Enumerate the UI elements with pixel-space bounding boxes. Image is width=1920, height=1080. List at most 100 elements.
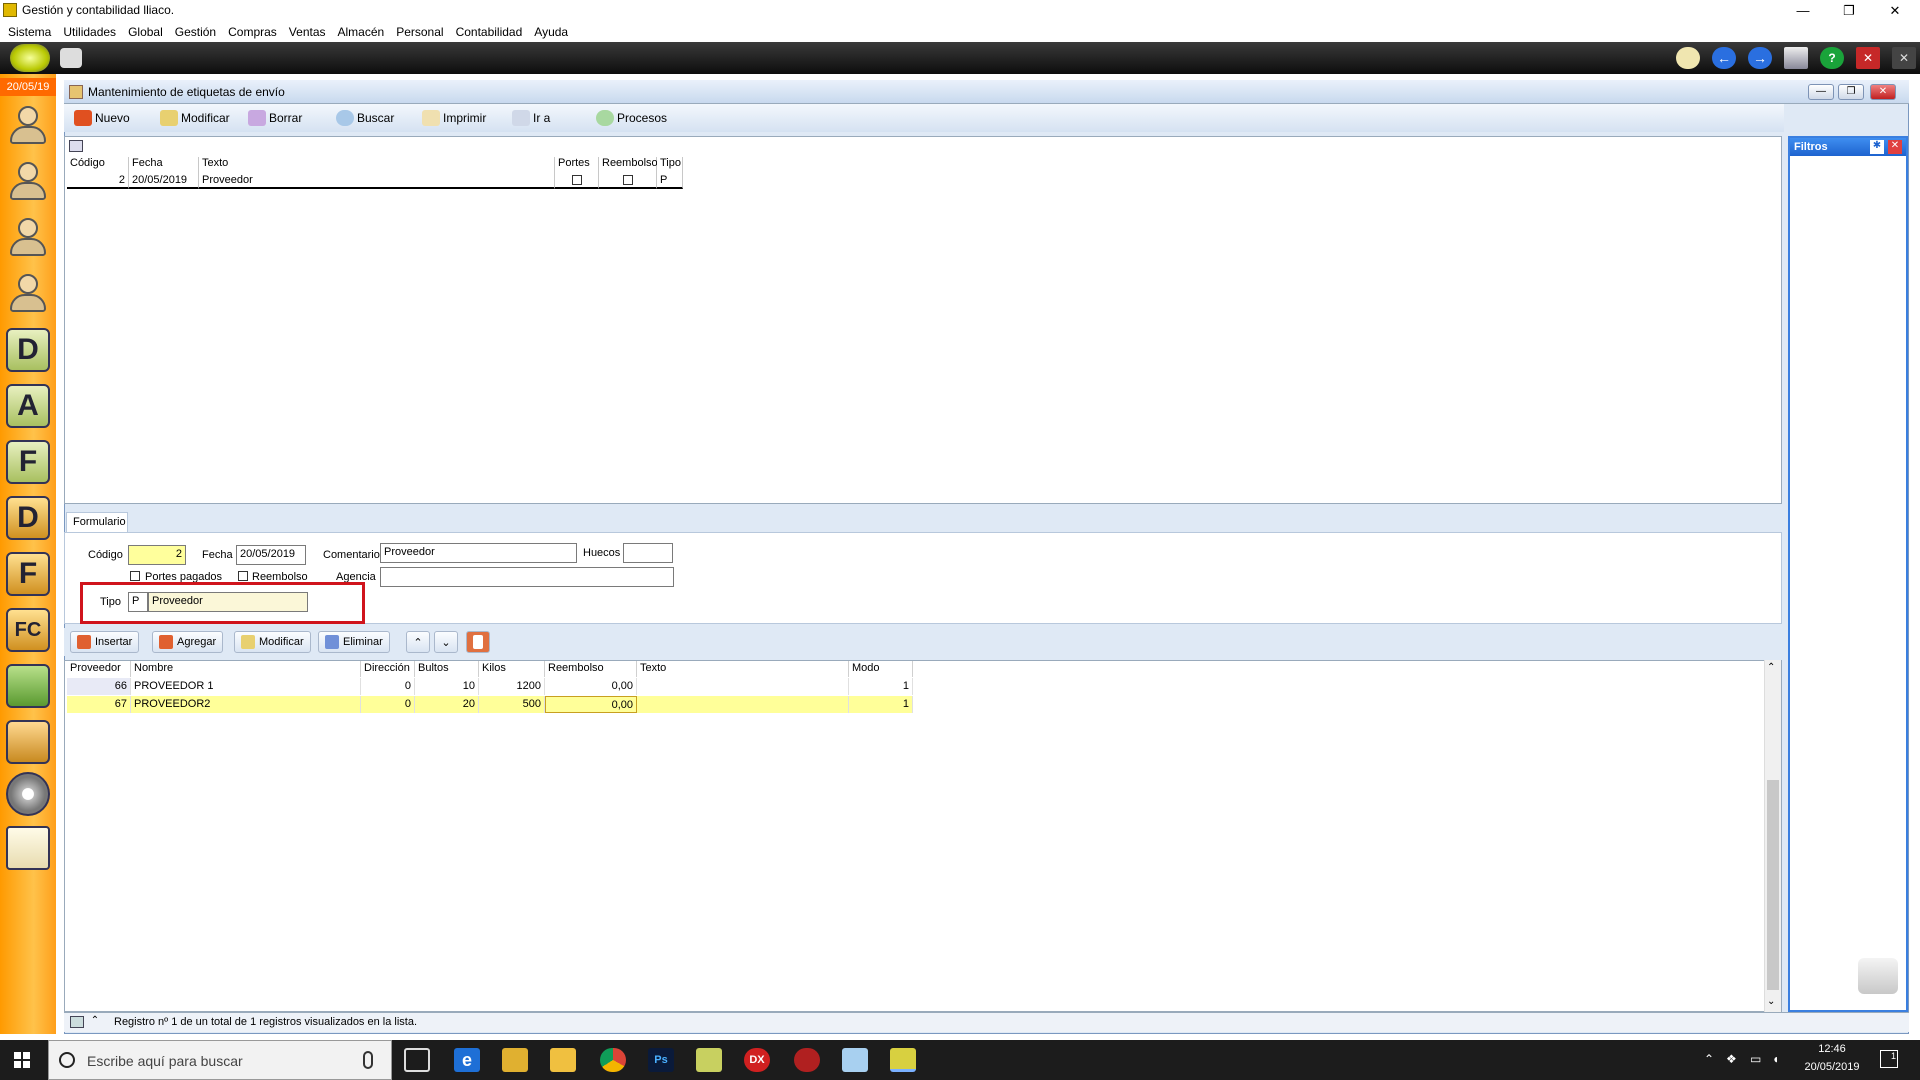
sidebar-letter-f-icon[interactable]: F [6, 440, 50, 484]
app-pinned-icon[interactable] [696, 1048, 722, 1072]
col-kilos[interactable]: Kilos [479, 661, 545, 677]
clock-date[interactable]: 20/05/2019 [1798, 1061, 1866, 1073]
buscar-button[interactable]: Buscar [332, 107, 398, 129]
huecos-input[interactable] [623, 543, 673, 563]
col-nombre[interactable]: Nombre [131, 661, 361, 677]
menu-ayuda[interactable]: Ayuda [532, 22, 574, 42]
reembolso-checkbox-form[interactable] [238, 571, 248, 581]
imprimir-button[interactable]: Imprimir [418, 107, 490, 129]
agregar-button[interactable]: Agregar [152, 631, 224, 653]
supplier-icon[interactable] [6, 216, 50, 260]
reembolso-checkbox[interactable] [622, 175, 633, 186]
col-texto2[interactable]: Texto [637, 661, 849, 677]
menu-utilidades[interactable]: Utilidades [61, 22, 122, 42]
col-reembolso[interactable]: Reembolso [599, 157, 658, 173]
cell-portes[interactable] [555, 173, 599, 189]
client-icon[interactable] [6, 160, 50, 204]
menu-contabilidad[interactable]: Contabilidad [454, 22, 529, 42]
file-explorer-icon[interactable] [550, 1048, 576, 1072]
move-up-button[interactable]: ⌃ [406, 631, 430, 653]
subwindow-minimize-icon[interactable]: — [1808, 84, 1834, 100]
table-row-cell[interactable]: 0 [361, 678, 415, 695]
col-fecha[interactable]: Fecha [129, 157, 199, 173]
modificar-line-button[interactable]: Modificar [234, 631, 311, 653]
col-texto[interactable]: Texto [199, 157, 555, 173]
browser-icon[interactable] [794, 1048, 820, 1072]
menu-almacen[interactable]: Almacén [336, 22, 391, 42]
col-modo[interactable]: Modo [849, 661, 913, 677]
calendar-icon[interactable] [60, 48, 82, 68]
clock-time[interactable]: 12:46 [1804, 1043, 1860, 1055]
filtros-pin-icon[interactable]: ✱ [1870, 140, 1884, 154]
table-row-cell[interactable]: 1 [849, 678, 913, 695]
restore-icon[interactable]: ❐ [1826, 0, 1872, 22]
table-row-cell[interactable]: 0 [361, 696, 415, 713]
forward-arrow-icon[interactable]: → [1748, 47, 1772, 69]
help-icon[interactable]: ? [1820, 47, 1844, 69]
scroll-thumb[interactable] [1767, 780, 1779, 990]
fecha-input[interactable]: 20/05/2019 [236, 545, 306, 565]
col-codigo[interactable]: Código [67, 157, 129, 173]
nuevo-button[interactable]: Nuevo [70, 107, 134, 129]
task-view-icon[interactable] [404, 1048, 430, 1072]
tab-formulario[interactable]: Formulario [66, 512, 128, 532]
taskbar-search[interactable]: Escribe aquí para buscar [48, 1040, 392, 1080]
table-row-cell[interactable]: 66 [67, 678, 131, 695]
menu-sistema[interactable]: Sistema [6, 22, 57, 42]
table-row-cell[interactable] [637, 678, 849, 695]
envelope-icon[interactable] [6, 826, 50, 870]
ira-button[interactable]: Ir a [508, 107, 554, 129]
microphone-icon[interactable] [363, 1051, 373, 1069]
clients-group-icon[interactable] [6, 104, 50, 148]
mail-icon[interactable] [1676, 47, 1700, 69]
filtros-close-icon[interactable]: ✕ [1888, 140, 1902, 154]
subwindow-close-icon[interactable]: ✕ [1870, 84, 1896, 100]
vertical-scrollbar[interactable]: ⌃ ⌄ [1764, 660, 1781, 1012]
close-all-icon[interactable]: ✕ [1892, 47, 1916, 69]
comentario-input[interactable]: Proveedor [380, 543, 577, 563]
portes-pagados-checkbox[interactable] [130, 571, 140, 581]
table-row-cell[interactable]: 500 [479, 696, 545, 713]
cell-fecha[interactable]: 20/05/2019 [129, 173, 199, 189]
subwindow-maximize-icon[interactable]: ❐ [1838, 84, 1864, 100]
table-row-cell[interactable]: 1200 [479, 678, 545, 695]
special-action-button[interactable] [466, 631, 490, 653]
table-row-cell[interactable]: PROVEEDOR 1 [131, 678, 361, 695]
table-row-cell[interactable]: 1 [849, 696, 913, 713]
eliminar-button[interactable]: Eliminar [318, 631, 390, 653]
lliaco-app-icon[interactable] [890, 1048, 916, 1072]
table-row-cell[interactable] [637, 696, 849, 713]
agencia-input[interactable] [380, 567, 674, 587]
close-icon[interactable]: ✕ [1872, 0, 1918, 22]
back-arrow-icon[interactable]: ← [1712, 47, 1736, 69]
menu-personal[interactable]: Personal [394, 22, 449, 42]
dx-icon[interactable]: DX [744, 1048, 770, 1072]
chrome-icon[interactable] [600, 1048, 626, 1072]
table-row-cell[interactable]: 67 [67, 696, 131, 713]
network-icon[interactable]: ▭ [1750, 1052, 1761, 1066]
agent-icon[interactable] [6, 272, 50, 316]
close-window-icon[interactable]: ✕ [1856, 47, 1880, 69]
cell-texto[interactable]: Proveedor [199, 173, 555, 189]
sidebar-letter-a-icon[interactable]: A [6, 384, 50, 428]
col-reembolso2[interactable]: Reembolso [545, 661, 637, 677]
col-proveedor[interactable]: Proveedor [67, 661, 131, 677]
table-row-cell[interactable]: 0,00 [545, 696, 637, 713]
cell-codigo[interactable]: 2 [67, 173, 129, 189]
notifications-icon[interactable]: 1 [1880, 1050, 1898, 1068]
dropbox-icon[interactable]: ❖ [1726, 1052, 1737, 1066]
grid-options-icon[interactable] [69, 140, 83, 152]
portes-checkbox[interactable] [571, 175, 582, 186]
status-collapse-icon[interactable]: ⌃ [88, 1015, 102, 1029]
menu-compras[interactable]: Compras [226, 22, 283, 42]
sidebar-letter-fc-icon[interactable]: FC [6, 608, 50, 652]
table-row-cell[interactable]: 10 [415, 678, 479, 695]
menu-global[interactable]: Global [126, 22, 169, 42]
move-down-button[interactable]: ⌄ [434, 631, 458, 653]
table-row-cell[interactable]: PROVEEDOR2 [131, 696, 361, 713]
box-green-icon[interactable] [6, 664, 50, 708]
table-row-cell[interactable]: 20 [415, 696, 479, 713]
sidebar-letter-d2-icon[interactable]: D [6, 496, 50, 540]
cell-reembolso[interactable] [599, 173, 657, 189]
col-bultos[interactable]: Bultos [415, 661, 479, 677]
